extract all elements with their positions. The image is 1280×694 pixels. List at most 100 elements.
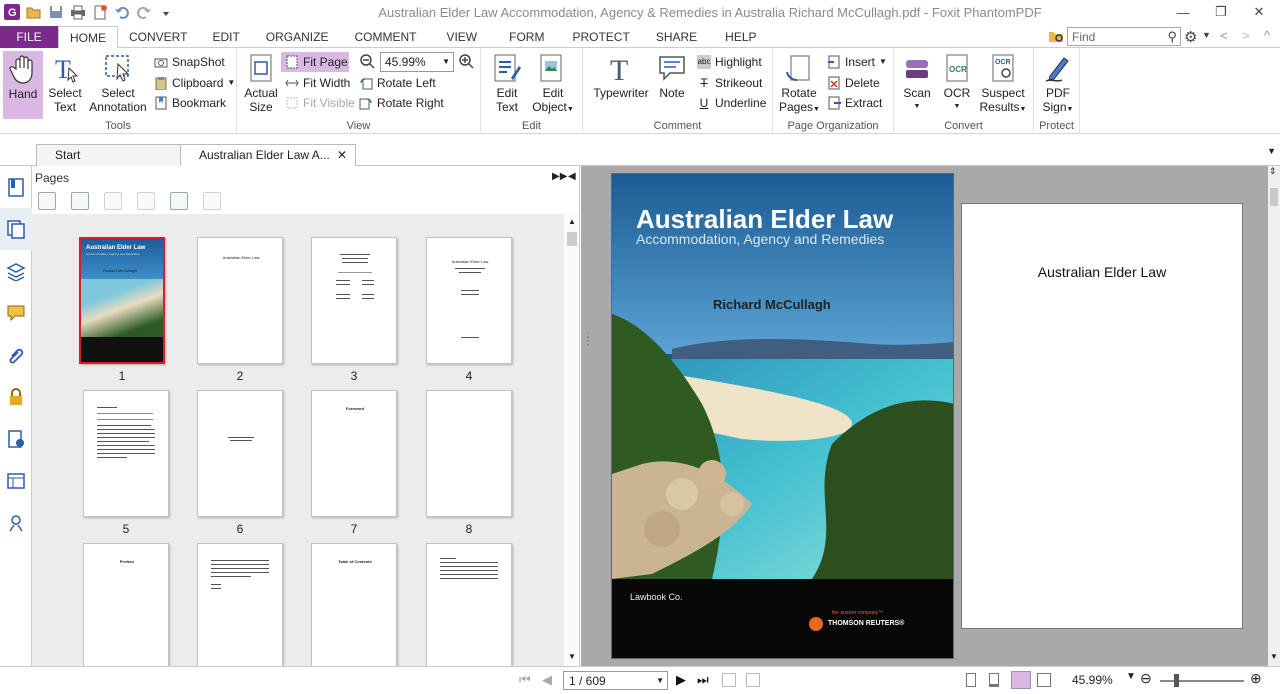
actual-size-button[interactable]: Actual Size bbox=[242, 52, 280, 114]
select-text-button[interactable]: T Select Text bbox=[44, 52, 86, 114]
rotate-right-button[interactable]: Rotate Right bbox=[359, 93, 444, 113]
page-thumbnail-10[interactable] bbox=[197, 543, 283, 666]
document-view[interactable]: Australian Elder Law Accommodation, Agen… bbox=[581, 166, 1268, 666]
reduce-thumbnails-icon[interactable] bbox=[71, 192, 89, 210]
tab-form[interactable]: FORM bbox=[493, 26, 560, 48]
extract-button[interactable]: Extract bbox=[827, 93, 882, 113]
underline-button[interactable]: U Underline bbox=[697, 93, 767, 113]
status-zoom-out-icon[interactable]: ⊖ bbox=[1140, 670, 1152, 687]
page-thumbnail-6[interactable] bbox=[197, 390, 283, 517]
single-page-icon[interactable] bbox=[966, 673, 976, 687]
edit-text-button[interactable]: Edit Text bbox=[489, 52, 525, 114]
settings-gear-icon[interactable]: ⚙ bbox=[1184, 28, 1197, 46]
page-thumbnail-11[interactable]: Table of Contents bbox=[311, 543, 397, 666]
tab-document[interactable]: Australian Elder Law A... ✕ bbox=[180, 144, 356, 166]
fit-page-button[interactable]: Fit Page bbox=[281, 52, 349, 72]
zoom-slider[interactable] bbox=[1160, 680, 1244, 682]
first-page-icon[interactable]: ⏮ bbox=[519, 672, 531, 688]
collapse-ribbon-icon[interactable]: ^ bbox=[1264, 28, 1270, 43]
zoom-select[interactable]: 45.99% ▼ bbox=[380, 52, 454, 72]
minimize-icon[interactable]: — bbox=[1168, 2, 1198, 22]
page-thumbnail-3[interactable] bbox=[311, 237, 397, 364]
tab-view[interactable]: VIEW bbox=[430, 26, 493, 48]
search-icon[interactable]: ⚲ bbox=[1167, 29, 1177, 45]
tabs-dropdown-icon[interactable]: ▼ bbox=[1267, 146, 1276, 156]
ocr-button[interactable]: OCR OCR ▼ bbox=[940, 52, 974, 114]
layers-panel-icon[interactable] bbox=[0, 250, 32, 292]
insert-pages-icon[interactable] bbox=[104, 192, 122, 210]
tab-file[interactable]: FILE bbox=[0, 26, 58, 48]
zoom-menu-icon[interactable]: ▼ bbox=[1126, 671, 1136, 682]
splitter-handle-icon[interactable]: ⋮ ⋮ bbox=[583, 333, 593, 347]
fit-visible-button[interactable]: Fit Visible bbox=[285, 93, 355, 113]
page-thumbnail-8[interactable] bbox=[426, 390, 512, 517]
bookmark-button[interactable]: Bookmark bbox=[154, 93, 226, 113]
continuous-facing-icon[interactable] bbox=[1037, 673, 1051, 687]
page-thumbnail-4[interactable]: Australian Elder Law bbox=[426, 237, 512, 364]
attachments-panel-icon[interactable] bbox=[0, 334, 32, 376]
snapshot-button[interactable]: SnapShot bbox=[154, 52, 225, 72]
next-view-icon[interactable] bbox=[746, 673, 760, 687]
select-annotation-button[interactable]: Select Annotation bbox=[88, 52, 148, 114]
comments-panel-icon[interactable] bbox=[0, 292, 32, 334]
replace-pages-icon[interactable] bbox=[170, 192, 188, 210]
rotate-left-button[interactable]: Rotate Left bbox=[359, 73, 436, 93]
panel-collapse-icon[interactable]: ◀ bbox=[568, 171, 576, 182]
document-scrollbar[interactable]: ⇕ ▼ bbox=[1268, 166, 1280, 666]
facing-icon[interactable] bbox=[1011, 671, 1031, 689]
next-page-icon[interactable]: ▶ bbox=[676, 672, 686, 688]
page-thumbnail-1[interactable]: Australian Elder Law Accommodation, Agen… bbox=[79, 237, 165, 364]
tab-organize[interactable]: ORGANIZE bbox=[254, 26, 341, 48]
zoom-in-icon[interactable] bbox=[458, 53, 474, 69]
note-button[interactable]: Note bbox=[655, 52, 689, 100]
tab-start[interactable]: Start bbox=[36, 144, 182, 166]
panel-expand-icon[interactable]: ▶▶ bbox=[552, 171, 567, 182]
tab-protect[interactable]: PROTECT bbox=[560, 26, 641, 48]
tab-close-icon[interactable]: ✕ bbox=[337, 145, 347, 165]
page-thumbnail-5[interactable] bbox=[83, 390, 169, 517]
suspect-results-button[interactable]: OCR Suspect Results▼ bbox=[978, 52, 1028, 117]
scan-button[interactable]: Scan ▼ bbox=[900, 52, 934, 114]
previous-view-icon[interactable] bbox=[722, 673, 736, 687]
delete-button[interactable]: Delete bbox=[827, 73, 880, 93]
pages-scrollbar[interactable]: ▲ ▼ bbox=[565, 214, 579, 666]
signatures-panel-icon[interactable] bbox=[0, 418, 32, 460]
scroll-thumb[interactable] bbox=[567, 232, 577, 246]
destinations-panel-icon[interactable] bbox=[0, 502, 32, 544]
scroll-up-icon[interactable]: ▲ bbox=[568, 217, 576, 226]
page-thumbnail-2[interactable]: Australian Elder Law bbox=[197, 237, 283, 364]
find-input[interactable]: Find ⚲ bbox=[1067, 27, 1181, 46]
close-icon[interactable]: ✕ bbox=[1244, 2, 1274, 22]
split-view-icon[interactable]: ⇕ bbox=[1269, 166, 1277, 177]
previous-page-icon[interactable]: ◀ bbox=[542, 672, 552, 688]
doc-scroll-thumb[interactable] bbox=[1270, 188, 1278, 206]
enlarge-thumbnails-icon[interactable] bbox=[38, 192, 56, 210]
tab-edit[interactable]: EDIT bbox=[198, 26, 253, 48]
scroll-down-icon[interactable]: ▼ bbox=[568, 652, 576, 661]
page-thumbnail-12[interactable] bbox=[426, 543, 512, 666]
doc-scroll-down-icon[interactable]: ▼ bbox=[1270, 652, 1278, 661]
security-panel-icon[interactable] bbox=[0, 376, 32, 418]
restore-icon[interactable]: ❐ bbox=[1206, 2, 1236, 22]
page-thumbnail-7[interactable]: Foreword bbox=[311, 390, 397, 517]
pages-panel-icon[interactable] bbox=[0, 208, 32, 250]
tab-share[interactable]: SHARE bbox=[642, 26, 711, 48]
typewriter-button[interactable]: T Typewriter bbox=[591, 52, 651, 100]
zoom-out-icon[interactable] bbox=[359, 53, 375, 69]
find-folder-icon[interactable] bbox=[1048, 29, 1064, 43]
insert-button[interactable]: Insert ▼ bbox=[827, 52, 887, 72]
rotate-pages-button[interactable]: Rotate Pages▼ bbox=[779, 52, 820, 117]
settings-dropdown-icon[interactable]: ▼ bbox=[1202, 30, 1211, 40]
delete-pages-icon[interactable] bbox=[203, 192, 221, 210]
bookmarks-panel-icon[interactable] bbox=[0, 166, 32, 208]
page-thumbnail-9[interactable]: Preface bbox=[83, 543, 169, 666]
strikeout-button[interactable]: T Strikeout bbox=[697, 73, 762, 93]
status-zoom-in-icon[interactable]: ⊕ bbox=[1250, 670, 1262, 687]
content-panel-icon[interactable] bbox=[0, 460, 32, 502]
last-page-icon[interactable]: ⏭ bbox=[697, 672, 709, 688]
page-number-input[interactable]: 1 / 609 ▼ bbox=[563, 671, 668, 690]
tab-help[interactable]: HELP bbox=[711, 26, 770, 48]
fit-width-button[interactable]: Fit Width bbox=[285, 73, 350, 93]
continuous-icon[interactable] bbox=[989, 673, 999, 687]
hand-button[interactable]: Hand bbox=[3, 51, 43, 119]
